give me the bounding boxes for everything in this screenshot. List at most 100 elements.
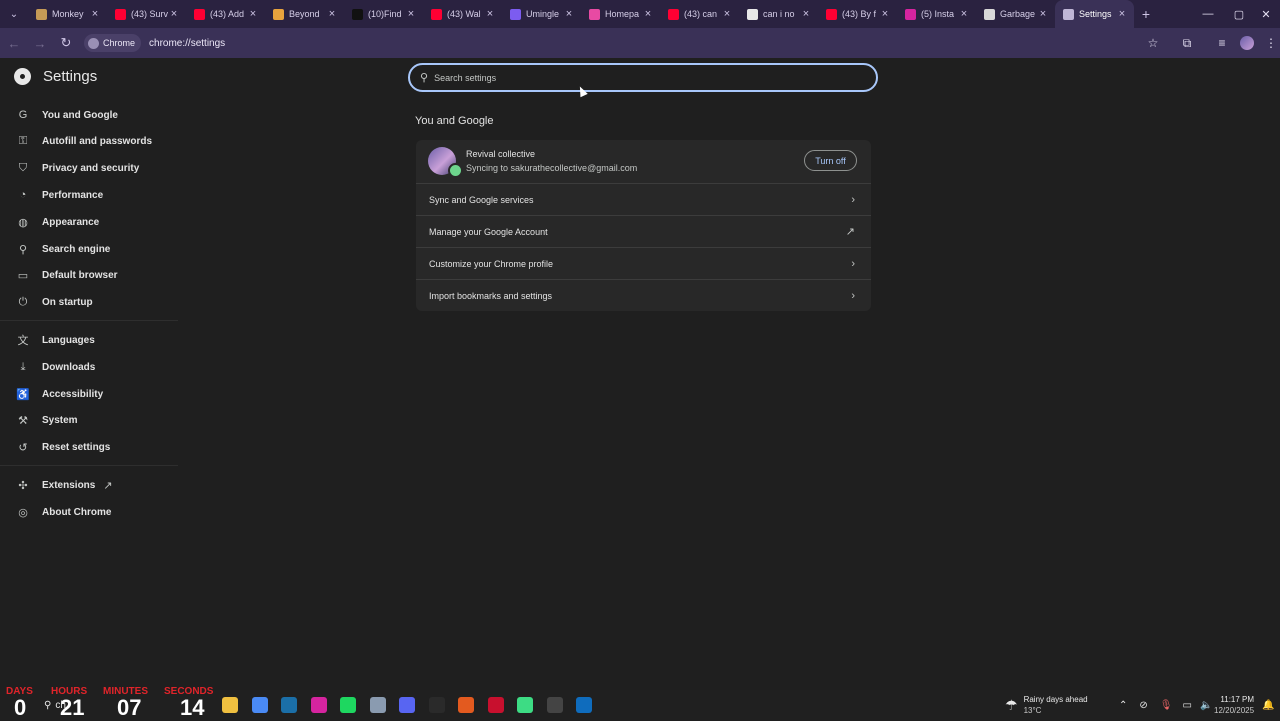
sidebar-item-you-and-google[interactable]: G You and Google <box>0 104 180 126</box>
tab-close-icon[interactable]: × <box>484 8 496 20</box>
settings-row-manage-your-google-account[interactable]: Manage your Google Account ↗ <box>416 215 871 247</box>
settings-icon[interactable] <box>369 697 386 713</box>
tab-13[interactable]: Settings × <box>1055 0 1134 28</box>
tab-5[interactable]: (43) Wal × <box>423 0 502 28</box>
close-window-icon[interactable]: ✕ <box>1250 0 1280 28</box>
more-menu-icon[interactable]: ⋮ <box>1258 28 1280 58</box>
sidebar-item-extensions[interactable]: ✣ Extensions ↗ <box>0 474 180 496</box>
tab-close-icon[interactable]: × <box>721 8 733 20</box>
sidebar-item-autofill-and-passwords[interactable]: ⚿ Autofill and passwords <box>0 131 180 153</box>
taskbar-search[interactable]: ⚲ ch <box>44 690 66 720</box>
sidebar-item-downloads[interactable]: ⤓ Downloads <box>0 356 180 378</box>
sidebar-item-reset-settings[interactable]: ↺ Reset settings <box>0 437 180 459</box>
new-tab-plus-icon[interactable]: + <box>1134 6 1158 22</box>
tab-favicon-icon <box>352 8 363 20</box>
address-bar[interactable]: Chrome chrome://settings <box>84 32 225 54</box>
media-controls-icon[interactable]: ≡ <box>1209 28 1235 58</box>
search-input[interactable] <box>434 72 835 83</box>
tab-8[interactable]: (43) can × <box>660 0 739 28</box>
tab-close-icon[interactable]: × <box>800 8 812 20</box>
tab-11[interactable]: (5) Insta × <box>897 0 976 28</box>
profile-avatar[interactable] <box>1234 28 1260 58</box>
tab-close-icon[interactable]: × <box>168 8 180 20</box>
section-title: You and Google <box>415 115 494 127</box>
tab-0[interactable]: Monkey × <box>28 0 107 28</box>
tab-close-icon[interactable]: × <box>1116 8 1128 20</box>
tab-close-icon[interactable]: × <box>89 8 101 20</box>
sidebar-item-performance[interactable]: ◔ Performance <box>0 184 180 206</box>
search-settings-box[interactable]: ⚲ <box>408 63 878 92</box>
countdown-value: 14 <box>180 695 205 720</box>
chrome-icon[interactable] <box>251 697 268 713</box>
clock[interactable]: 11:17 PM 12/20/2025 <box>1214 690 1254 720</box>
volume-icon[interactable]: 🔈 <box>1200 700 1212 711</box>
tab-7[interactable]: Homepa × <box>581 0 660 28</box>
sidebar-item-appearance[interactable]: ◍ Appearance <box>0 211 180 233</box>
back-arrow-icon[interactable]: ← <box>2 31 26 55</box>
sidebar-divider <box>0 465 178 467</box>
discord-icon[interactable] <box>399 697 415 713</box>
settings-row-customize-your-chrome-profile[interactable]: Customize your Chrome profile › <box>416 247 871 279</box>
video-editor-icon[interactable] <box>487 697 504 713</box>
tab-search-chevron-icon[interactable]: ⌄ <box>0 0 28 28</box>
sidebar-item-languages[interactable]: 文 Languages <box>0 329 180 351</box>
capcut-icon[interactable] <box>428 697 445 713</box>
network-icon[interactable]: ▭ <box>1182 700 1191 711</box>
reload-icon[interactable]: ↻ <box>54 31 78 55</box>
row-label: Manage your Google Account <box>429 226 548 237</box>
tab-close-icon[interactable]: × <box>405 8 417 20</box>
tab-close-icon[interactable]: × <box>563 8 575 20</box>
android-studio-icon[interactable] <box>517 697 533 713</box>
sidebar-item-system[interactable]: ⚒ System <box>0 410 180 432</box>
minimize-icon[interactable]: — <box>1192 0 1224 28</box>
tab-10[interactable]: (43) By f × <box>818 0 897 28</box>
sidebar-item-about-chrome[interactable]: ◎ About Chrome <box>0 501 180 523</box>
bookmark-star-icon[interactable]: ☆ <box>1140 28 1166 58</box>
forward-arrow-icon[interactable]: → <box>28 31 52 55</box>
tab-close-icon[interactable]: × <box>958 8 970 20</box>
tab-2[interactable]: (43) Add × <box>186 0 265 28</box>
sidebar-item-privacy-and-security[interactable]: ⛉ Privacy and security <box>0 158 180 180</box>
sidebar-item-on-startup[interactable]: ⏻ On startup <box>0 292 180 314</box>
file-explorer-icon[interactable] <box>222 697 238 713</box>
tab-1[interactable]: (43) Surv × <box>107 0 186 28</box>
tab-close-icon[interactable]: × <box>1037 8 1049 20</box>
sidebar-item-label: Reset settings <box>42 442 111 454</box>
steam-icon[interactable] <box>281 697 297 713</box>
spotify-icon[interactable] <box>340 697 356 713</box>
sidebar-item-search-engine[interactable]: ⚲ Search engine <box>0 238 180 260</box>
sidebar-item-accessibility[interactable]: ♿ Accessibility <box>0 383 180 405</box>
row-label: Customize your Chrome profile <box>429 258 554 269</box>
tab-title: can i no <box>763 9 795 19</box>
tab-12[interactable]: Garbage × <box>976 0 1055 28</box>
turn-off-sync-button[interactable]: Turn off <box>804 150 857 171</box>
sidebar-item-default-browser[interactable]: ▭ Default browser <box>0 265 180 287</box>
tab-6[interactable]: Umingle × <box>502 0 581 28</box>
tab-close-icon[interactable]: × <box>247 8 259 20</box>
settings-row-sync-and-google-services[interactable]: Sync and Google services › <box>416 183 871 215</box>
notification-bell-icon[interactable]: 🔔 <box>1262 690 1274 720</box>
chevron-up-icon[interactable]: ⌃ <box>1119 700 1127 711</box>
sync-badge-icon <box>448 163 463 178</box>
browser-icon: ▭ <box>17 270 29 283</box>
site-info-chip[interactable]: Chrome <box>84 34 142 52</box>
tab-close-icon[interactable]: × <box>642 8 654 20</box>
extensions-puzzle-icon[interactable]: ⧉ <box>1174 28 1200 58</box>
tab-title: Garbage <box>1000 9 1036 19</box>
sidebar-item-label: Accessibility <box>42 388 104 400</box>
settings-row-import-bookmarks-and-settings[interactable]: Import bookmarks and settings › <box>416 279 871 311</box>
microphone-icon[interactable]: 🎙 <box>1160 700 1173 711</box>
tab-close-icon[interactable]: × <box>879 8 891 20</box>
tab-4[interactable]: (10)Find × <box>344 0 423 28</box>
wifi-off-icon[interactable]: ⊘ <box>1139 700 1147 711</box>
game-icon[interactable] <box>458 697 474 713</box>
tab-9[interactable]: can i no × <box>739 0 818 28</box>
reset-icon: ↺ <box>18 442 28 455</box>
instagram-icon[interactable] <box>310 697 327 713</box>
obs-icon[interactable] <box>546 697 563 713</box>
tab-3[interactable]: Beyond × <box>265 0 344 28</box>
sidebar-item-label: Default browser <box>42 270 118 282</box>
outlook-icon[interactable] <box>576 697 592 713</box>
tab-close-icon[interactable]: × <box>326 8 338 20</box>
weather-widget[interactable]: ☂ Rainy days ahead 13°C <box>1005 690 1088 720</box>
